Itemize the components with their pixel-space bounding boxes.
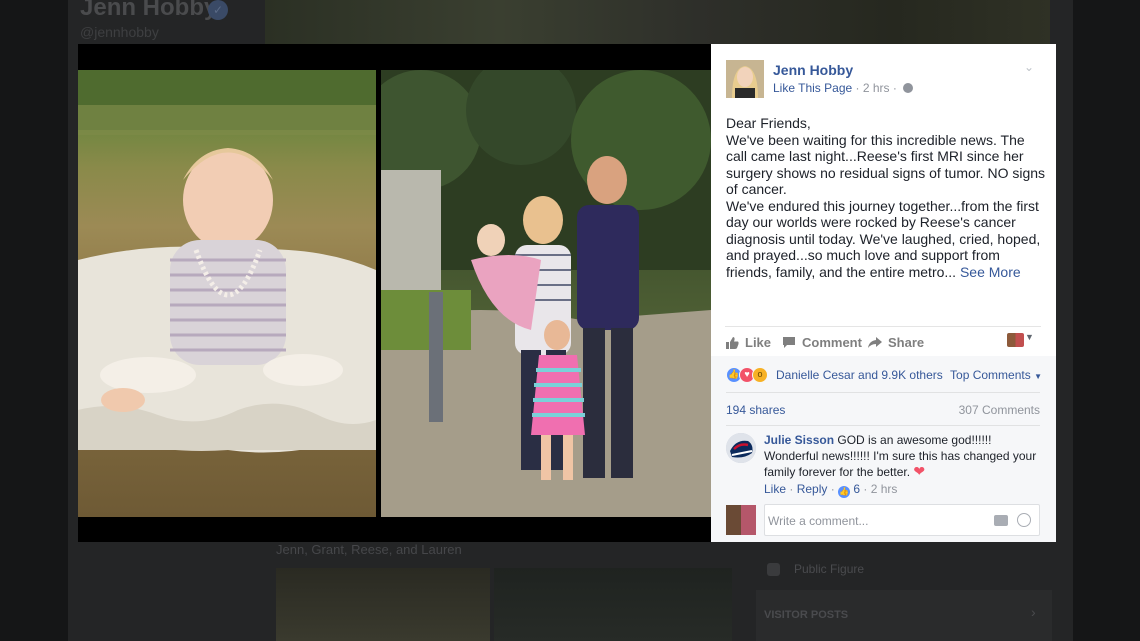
comment-content: Julie Sisson GOD is an awesome god!!!!!!… [764, 433, 1040, 481]
wow-reaction-icon[interactable]: o [752, 367, 768, 383]
comment-actions: Like · Reply · 👍 6 · 2 hrs [764, 481, 898, 498]
visitor-posts-label: VISITOR POSTS [764, 609, 849, 621]
heart-icon: ❤ [913, 463, 926, 479]
photo-family-portrait [381, 70, 711, 517]
commenter-avatar[interactable] [726, 433, 756, 463]
verified-badge-icon: ✓ [208, 0, 228, 20]
caret-down-icon[interactable]: ▼ [1025, 332, 1034, 342]
globe-icon [903, 83, 914, 93]
chevron-down-icon[interactable]: ⌄ [1022, 60, 1036, 74]
background-photo-thumbnail [494, 568, 732, 641]
like-button-label: Like [745, 335, 772, 350]
meta-separator: · [855, 81, 860, 95]
post-action-bar: Like Comment Share ▼ [725, 326, 1041, 356]
see-more-link[interactable]: See More [960, 264, 1021, 280]
post-meta: Like This Page · 2 hrs · [773, 81, 914, 95]
share-button-label: Share [888, 335, 925, 350]
background-page-handle: @jennhobby [80, 24, 159, 40]
comment-icon [782, 336, 796, 349]
share-icon [868, 336, 882, 349]
top-comments-label: Top Comments [950, 368, 1031, 382]
caret-down-icon: ▼ [1034, 372, 1042, 381]
briefcase-icon [767, 563, 780, 576]
like-this-page-link[interactable]: Like This Page [773, 81, 852, 95]
post-side-panel: Jenn Hobby Like This Page · 2 hrs · ⌄ De… [711, 44, 1056, 542]
comment-button[interactable]: Comment [782, 335, 862, 350]
chevron-right-icon: › [1031, 604, 1036, 620]
comments-count[interactable]: 307 Comments [959, 403, 1040, 417]
comment-time[interactable]: 2 hrs [871, 482, 898, 496]
divider [726, 425, 1040, 426]
share-button[interactable]: Share [868, 335, 924, 350]
camera-icon[interactable] [994, 515, 1008, 526]
comments-area: 👍 ♥ o Danielle Cesar and 9.9K others Top… [711, 356, 1056, 542]
like-button[interactable]: Like [725, 335, 771, 350]
comment-author[interactable]: Julie Sisson [764, 433, 834, 447]
smiley-icon[interactable] [1017, 513, 1031, 527]
author-avatar[interactable] [726, 60, 764, 98]
background-page-name: Jenn Hobby [80, 0, 218, 21]
like-icon [725, 336, 739, 349]
background-photo-thumbnail [276, 568, 490, 641]
post-author-name[interactable]: Jenn Hobby [773, 62, 853, 78]
post-paragraph: We've endured this journey together...fr… [726, 198, 1046, 281]
viewer-avatar [726, 505, 756, 535]
post-paragraph: Dear Friends, [726, 115, 811, 131]
photo-stage[interactable] [78, 44, 711, 542]
comment-composer [726, 504, 1040, 536]
photo-baby-on-blanket [78, 70, 376, 517]
post-text: Dear Friends, We've been waiting for thi… [726, 115, 1046, 280]
comment-input[interactable] [768, 512, 988, 530]
reaction-names-link[interactable]: Danielle Cesar and 9.9K others [776, 368, 943, 382]
comment-body: Julie Sisson GOD is an awesome god!!!!!!… [764, 433, 1040, 498]
post-time[interactable]: 2 hrs [863, 81, 890, 95]
background-sidebar-item: Public Figure [794, 562, 865, 576]
post-paragraph: We've been waiting for this incredible n… [726, 131, 1046, 198]
divider [726, 392, 1040, 393]
meta-separator: · [892, 81, 897, 95]
background-cover-photo [265, 0, 1050, 44]
comment-like-link[interactable]: Like [764, 482, 786, 496]
comment-reply-link[interactable]: Reply [797, 482, 828, 496]
comment-button-label: Comment [802, 335, 862, 350]
reactions-row: 👍 ♥ o Danielle Cesar and 9.9K others Top… [726, 367, 1042, 383]
like-reaction-icon: 👍 [838, 485, 851, 498]
top-comments-dropdown[interactable]: Top Comments ▼ [950, 368, 1042, 382]
background-photo-caption: Jenn, Grant, Reese, and Lauren [276, 542, 462, 557]
share-audience-avatar[interactable] [1007, 333, 1024, 347]
shares-count-link[interactable]: 194 shares [726, 403, 785, 417]
comment-like-count[interactable]: 6 [853, 482, 860, 496]
comment-input-box[interactable] [764, 504, 1040, 536]
